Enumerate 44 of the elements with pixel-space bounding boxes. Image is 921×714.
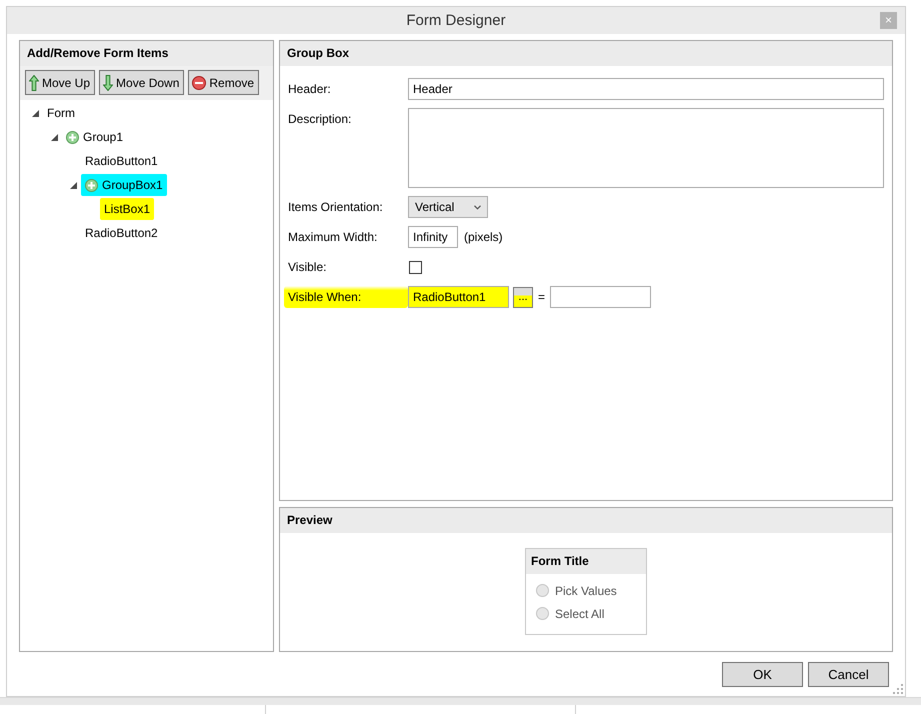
resize-grip-icon[interactable] <box>893 684 903 694</box>
toolbar-button[interactable]: Remove <box>188 70 260 95</box>
plus-circle-icon <box>66 130 79 144</box>
operator-label: = <box>538 290 546 304</box>
panel-header: Add/Remove Form Items <box>20 41 273 66</box>
text-field[interactable]: Header <box>408 78 884 100</box>
window-title: Form Designer <box>406 12 506 29</box>
up-arrow-icon <box>29 74 39 90</box>
form-title: Form Title <box>526 549 646 574</box>
field-label: Visible When: <box>284 286 408 308</box>
checkbox[interactable] <box>409 260 422 274</box>
toolbar-button[interactable]: Move Down <box>99 70 184 95</box>
text-area[interactable] <box>408 108 884 188</box>
toolbar-button[interactable]: Move Up <box>25 70 96 95</box>
panel-header: Preview <box>280 508 892 533</box>
dialog-button[interactable]: OK <box>722 662 803 687</box>
tree-item[interactable]: RadioButton1 <box>81 150 162 172</box>
number-field[interactable]: Infinity <box>408 226 458 248</box>
radio-label: Select All <box>555 606 604 620</box>
field-label: Description: <box>288 111 352 128</box>
chevron-down-icon <box>474 204 481 210</box>
plus-circle-icon <box>85 178 98 192</box>
field-label: Items Orientation: <box>288 199 384 216</box>
tree-item[interactable]: Form <box>43 102 79 124</box>
dropdown[interactable]: Vertical <box>408 196 488 218</box>
dialog-button[interactable]: Cancel <box>808 662 889 687</box>
field-label: Visible: <box>288 259 328 276</box>
panel-header: Group Box <box>280 41 892 66</box>
expanded-triangle-icon[interactable] <box>32 110 38 116</box>
condition-field[interactable]: RadioButton1 <box>408 286 509 308</box>
tree-item[interactable]: GroupBox1 <box>81 174 167 196</box>
down-arrow-icon <box>103 74 114 90</box>
tree-item[interactable]: ListBox1 <box>100 198 154 220</box>
radio-label: Pick Values <box>555 584 617 598</box>
browse-button[interactable]: ... <box>513 286 533 308</box>
tree-item[interactable]: RadioButton2 <box>81 222 162 244</box>
expanded-triangle-icon[interactable] <box>50 134 58 140</box>
field-label: Header: <box>288 81 332 98</box>
value-field[interactable] <box>550 286 652 308</box>
remove-icon <box>192 76 206 90</box>
tree-item[interactable]: Group1 <box>62 126 128 148</box>
expanded-triangle-icon[interactable] <box>70 182 76 188</box>
unit-label: (pixels) <box>464 230 503 244</box>
field-label: Maximum Width: <box>288 229 378 246</box>
